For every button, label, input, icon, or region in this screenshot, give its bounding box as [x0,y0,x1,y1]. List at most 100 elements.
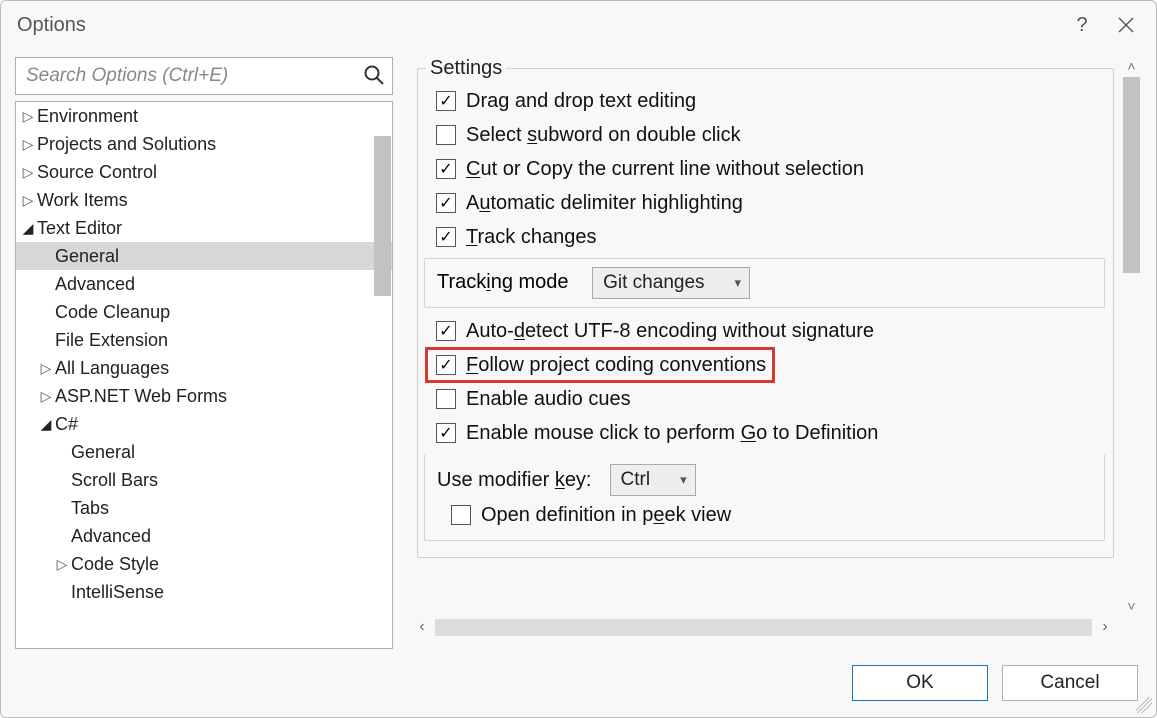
tree-item-label: Work Items [37,190,128,211]
opt-label: Automatic delimiter highlighting [466,192,743,215]
close-icon [1118,17,1134,33]
tree-item[interactable]: ▷All Languages [16,354,392,382]
tree-item[interactable]: ▷Code Style [16,550,392,578]
opt-label: Track changes [466,226,596,249]
opt-auto-delim[interactable]: ✓ Automatic delimiter highlighting [426,186,1105,220]
opt-label: Enable audio cues [466,388,631,411]
tree-item[interactable]: ◢Text Editor [16,214,392,242]
checkbox-icon [436,125,456,145]
tree-item-label: Code Cleanup [55,302,170,323]
tree-item[interactable]: ▷Tabs [16,494,392,522]
search-input[interactable] [15,57,393,95]
cancel-button[interactable]: Cancel [1002,665,1138,701]
checkbox-icon [451,505,471,525]
tree-scrollbar-thumb[interactable] [374,136,391,296]
tree-item[interactable]: ▷IntelliSense [16,578,392,606]
chevron-down-icon: ▾ [680,472,687,488]
tree-item-label: General [55,246,119,267]
dialog-footer: OK Cancel [1,649,1156,717]
tree-collapsed-icon[interactable]: ▷ [22,192,34,209]
tree-item-label: Advanced [71,526,151,547]
tree-item-label: C# [55,414,78,435]
scroll-right-icon[interactable]: › [1092,618,1118,636]
opt-follow-conventions[interactable]: ✓ Follow project coding conventions [426,348,774,382]
tracking-mode-select[interactable]: Git changes ▾ [592,267,750,299]
tracking-mode-group: Tracking mode Git changes ▾ [424,258,1105,308]
tree-collapsed-icon[interactable]: ▷ [22,136,34,153]
opt-label: Cut or Copy the current line without sel… [466,158,864,181]
tree-item[interactable]: ▷Environment [16,102,392,130]
tree-item[interactable]: ◢C# [16,410,392,438]
tree-collapsed-icon[interactable]: ▷ [40,360,52,377]
resize-grip[interactable] [1136,697,1152,713]
modifier-key-select[interactable]: Ctrl ▾ [610,464,696,496]
opt-label: Select subword on double click [466,124,741,147]
tree-item-label: General [71,442,135,463]
opt-auto-detect-utf8[interactable]: ✓ Auto-detect UTF-8 encoding without sig… [426,314,1105,348]
options-tree: ▷Environment▷Projects and Solutions▷Sour… [15,101,393,649]
tree-item-label: Projects and Solutions [37,134,216,155]
opt-drag-drop[interactable]: ✓ Drag and drop text editing [426,84,1105,118]
opt-label: Open definition in peek view [481,504,731,527]
tree-item-label: Text Editor [37,218,122,239]
tree-item-label: ASP.NET Web Forms [55,386,227,407]
checkbox-icon: ✓ [436,91,456,111]
opt-track-changes[interactable]: ✓ Track changes [426,220,1105,254]
scroll-left-icon[interactable]: ‹ [409,618,435,636]
tree-item[interactable]: ▷Advanced [16,522,392,550]
tree-item[interactable]: ▷General [16,242,392,270]
vertical-scrollbar[interactable]: ˄ ˅ [1123,57,1140,615]
opt-select-subword[interactable]: Select subword on double click [426,118,1105,152]
tree-collapsed-icon[interactable]: ▷ [22,108,34,125]
opt-cut-copy[interactable]: ✓ Cut or Copy the current line without s… [426,152,1105,186]
tree-expanded-icon[interactable]: ◢ [40,416,52,433]
settings-group: Settings ✓ Drag and drop text editing Se… [417,57,1114,558]
tree-collapsed-icon[interactable]: ▷ [22,164,34,181]
horizontal-scrollbar[interactable]: ‹ › [409,617,1118,637]
tree-collapsed-icon[interactable]: ▷ [56,556,68,573]
tree-item[interactable]: ▷General [16,438,392,466]
ok-button[interactable]: OK [852,665,988,701]
scroll-down-icon[interactable]: ˅ [1123,597,1140,615]
modifier-key-label: Use modifier key: [437,469,592,492]
checkbox-icon: ✓ [436,193,456,213]
chevron-down-icon: ▾ [735,275,742,291]
opt-label: Follow project coding conventions [466,354,766,377]
opt-label: Drag and drop text editing [466,90,696,113]
tree-item-label: Source Control [37,162,157,183]
checkbox-icon [436,389,456,409]
tree-item[interactable]: ▷Scroll Bars [16,466,392,494]
tree-item[interactable]: ▷Code Cleanup [16,298,392,326]
modifier-key-group: Use modifier key: Ctrl ▾ Open definition… [424,454,1105,541]
tree-item[interactable]: ▷Source Control [16,158,392,186]
opt-peek-view[interactable]: Open definition in peek view [437,498,1092,532]
opt-audio-cues[interactable]: Enable audio cues [426,382,1105,416]
opt-label: Auto-detect UTF-8 encoding without signa… [466,320,874,343]
tree-item[interactable]: ▷Advanced [16,270,392,298]
tree-item-label: IntelliSense [71,582,164,603]
close-button[interactable] [1104,3,1148,47]
tree-item[interactable]: ▷ASP.NET Web Forms [16,382,392,410]
settings-legend: Settings [426,57,506,80]
scroll-up-icon[interactable]: ˄ [1123,57,1140,75]
checkbox-icon: ✓ [436,355,456,375]
tree-item-label: File Extension [55,330,168,351]
tree-item-label: All Languages [55,358,169,379]
tree-item[interactable]: ▷Work Items [16,186,392,214]
tree-item[interactable]: ▷Projects and Solutions [16,130,392,158]
opt-label: Enable mouse click to perform Go to Defi… [466,422,878,445]
help-button[interactable]: ? [1060,3,1104,47]
tree-item[interactable]: ▷File Extension [16,326,392,354]
window-title: Options [17,14,86,37]
opt-goto-definition[interactable]: ✓ Enable mouse click to perform Go to De… [426,416,1105,450]
titlebar: Options ? [1,1,1156,49]
tracking-mode-label: Tracking mode [437,271,574,293]
search-icon[interactable] [363,64,385,92]
scrollbar-track[interactable] [435,619,1092,636]
checkbox-icon: ✓ [436,227,456,247]
scrollbar-thumb[interactable] [1123,77,1140,273]
tree-collapsed-icon[interactable]: ▷ [40,388,52,405]
tree-expanded-icon[interactable]: ◢ [22,220,34,237]
options-dialog: Options ? ▷Environment▷Projects and Solu… [0,0,1157,718]
tree-item-label: Scroll Bars [71,470,158,491]
